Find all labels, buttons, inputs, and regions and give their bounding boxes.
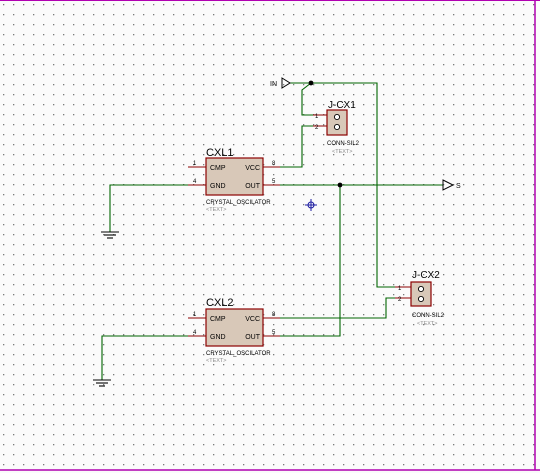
jcx1-ref: J-CX1 [328,100,356,111]
jcx1-text-field: <TEXT> [332,149,352,155]
jcx1-pin1-hole [333,113,341,121]
cxl2-ref: CXL2 [206,297,234,309]
cxl1-value: CRYSTAL_OSCILATOR [206,200,271,206]
junction-s [337,182,343,188]
jcx2-body[interactable] [410,281,432,307]
jcx2-pin1-hole [417,285,425,293]
junction-in [308,80,314,86]
grid-dots [0,0,540,473]
cxl1-ref: CXL1 [206,147,234,159]
jcx2-ref: J-CX2 [412,270,440,281]
cxl1-pin-out-label: OUT [245,183,261,190]
cxl1-pin-cmp-label: CMP [210,165,226,172]
cxl1-pin-gnd-label: GND [210,183,226,190]
cxl2-value: CRYSTAL_OSCILATOR [206,351,271,357]
jcx2-value: CONN-SIL2 [412,313,445,319]
jcx1-body[interactable] [326,109,348,136]
cxl1-text-field: <TEXT> [206,207,226,213]
cxl1-pin-vcc-label: VCC [245,165,260,172]
jcx2-pin2-hole [417,295,425,303]
terminal-in-label: IN [270,81,277,88]
jcx1-pin2-hole [333,123,341,131]
cxl2-text-field: <TEXT> [206,358,226,364]
jcx2-text-field: <TEXT> [417,321,437,327]
cxl2-pin-vcc-label: VCC [245,316,260,323]
terminal-s-label: S [456,183,461,190]
schematic-canvas[interactable]: IN S CXL1 1 4 8 5 CMP GND VCC OUT CRYSTA… [0,0,540,473]
cxl2-pin-gnd-label: GND [210,334,226,341]
schematic-svg: IN S CXL1 1 4 8 5 CMP GND VCC OUT CRYSTA… [0,0,540,473]
cxl2-pin-cmp-label: CMP [210,316,226,323]
cxl2-pin-out-label: OUT [245,334,261,341]
jcx1-value: CONN-SIL2 [327,141,360,147]
